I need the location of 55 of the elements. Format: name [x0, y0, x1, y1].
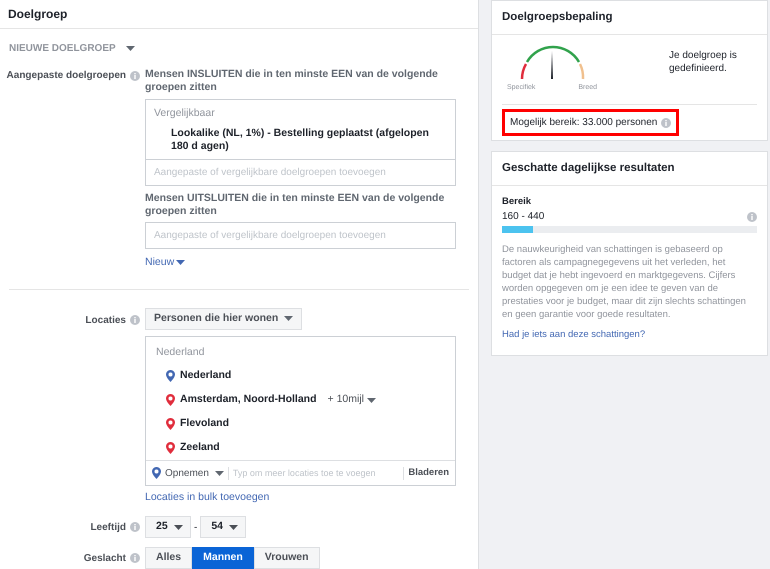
- location-pin-icon: [166, 418, 175, 430]
- status-text: Je doelgroep is gedefinieerd.: [669, 49, 738, 76]
- info-icon: [130, 522, 140, 532]
- radius-select[interactable]: + 10mijl: [328, 392, 376, 408]
- info-icon: [130, 315, 140, 325]
- card-title: Geschatte dagelijkse resultaten: [502, 160, 675, 176]
- include-heading: Mensen INSLUITEN die in ten minste EEN van de volgende groepen zitten: [145, 68, 439, 94]
- caret-icon: [284, 316, 294, 321]
- location-type-select[interactable]: Personen die hier wonen: [145, 308, 302, 330]
- caret-icon: [214, 470, 224, 476]
- mode-select[interactable]: Opnemen: [152, 466, 224, 481]
- card-title: Doelgroepsbepaling: [502, 10, 613, 25]
- metric-range: 160 - 440: [502, 210, 544, 224]
- caret-icon: [126, 46, 135, 51]
- field-label: Geslacht: [84, 552, 126, 566]
- field-label: Leeftijd: [90, 520, 126, 534]
- bulk-locations-link[interactable]: Locaties in bulk toevoegen: [145, 490, 270, 506]
- location-item: Zeeland: [180, 440, 220, 456]
- estimates-note: De nauwkeurigheid van schattingen is gebaseerd op factoren als campagnegegevens uit het verleden, het budget dat je hebt ingevoerd en marktgegevens. Cijfers worden opgegeven om je een idee te geven van de prestaties voor je budget, maar dit zijn slechts schattingen en geen garantie voor goede resultaten.: [502, 243, 747, 322]
- gender-option[interactable]: Vrouwen: [254, 547, 320, 569]
- exclude-audience-field[interactable]: Aangepaste of vergelijkbare doelgroepen toevoegen: [145, 222, 456, 249]
- caret-icon: [176, 260, 186, 266]
- gender-option[interactable]: Alles: [145, 547, 192, 569]
- reach-text: Mogelijk bereik: 33.000 personen: [510, 116, 658, 130]
- new-link[interactable]: Nieuw: [145, 254, 186, 270]
- field-label: Locaties: [85, 314, 126, 328]
- exclude-heading: Mensen UITSLUITEN die in ten minste EEN van de volgende groepen zitten: [145, 192, 446, 218]
- info-icon: [661, 118, 672, 128]
- location-item: Nederland: [180, 368, 232, 384]
- age-separator: -: [194, 520, 198, 534]
- browse-button[interactable]: Bladeren: [408, 466, 449, 480]
- location-item: Flevoland: [180, 416, 230, 432]
- group-heading: Vergelijkbaar: [154, 106, 216, 121]
- location-pin-icon: [152, 467, 161, 480]
- include-audience-field[interactable]: Aangepaste of vergelijkbare doelgroepen toevoegen: [145, 160, 456, 186]
- feedback-link[interactable]: Had je iets aan deze schattingen?: [502, 328, 646, 342]
- age-min-select[interactable]: 25: [145, 516, 191, 538]
- info-icon: [130, 553, 140, 563]
- location-search-field[interactable]: Typ om meer locaties toe te voegen: [232, 466, 400, 480]
- location-item: Amsterdam, Noord-Holland: [180, 392, 317, 408]
- gender-option[interactable]: Mannen: [192, 547, 254, 569]
- group-heading: Nederland: [156, 344, 206, 360]
- caret-icon: [174, 524, 183, 530]
- caret-icon: [229, 524, 238, 530]
- location-pin-icon: [166, 442, 175, 454]
- location-pin-icon: [166, 370, 175, 382]
- age-max-select[interactable]: 54: [200, 516, 246, 538]
- caret-icon: [367, 398, 376, 403]
- location-pin-icon: [166, 394, 175, 406]
- metric-label: Bereik: [502, 195, 532, 209]
- audience-item: Lookalike (NL, 1%) - Bestelling geplaatst (afgelopen 180 d agen): [171, 126, 430, 153]
- info-icon: [130, 70, 140, 80]
- panel-title: Doelgroep: [8, 6, 68, 23]
- info-icon: [747, 212, 757, 222]
- field-label: Aangepaste doelgroepen: [6, 69, 126, 83]
